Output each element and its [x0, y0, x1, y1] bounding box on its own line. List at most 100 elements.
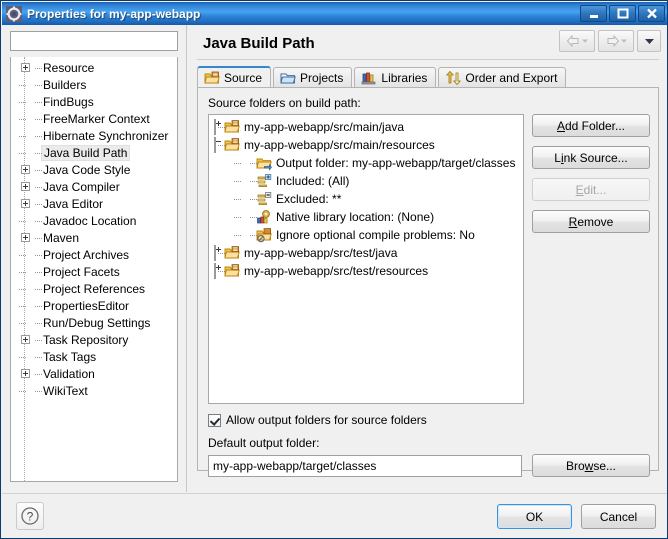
sidebar-item-java-compiler[interactable]: Java Compiler — [11, 178, 177, 195]
expand-icon[interactable] — [17, 230, 33, 246]
expand-icon[interactable] — [17, 366, 33, 382]
expand-icon[interactable] — [17, 196, 33, 212]
sidebar-item-label: Run/Debug Settings — [41, 315, 153, 331]
expand-icon[interactable] — [17, 179, 33, 195]
sidebar-item-validation[interactable]: Validation — [11, 365, 177, 382]
cancel-button[interactable]: Cancel — [581, 504, 656, 529]
tree-branch-line — [33, 111, 41, 127]
remove-button[interactable]: Remove — [532, 210, 650, 233]
sidebar-item-javadoc-location[interactable]: Javadoc Location — [11, 212, 177, 229]
tree-branch-line — [33, 349, 41, 365]
tree-branch-line — [33, 77, 41, 93]
add-folder-button[interactable]: Add Folder... — [532, 114, 650, 137]
included-filter-icon — [256, 173, 272, 189]
source-tree-row[interactable]: Excluded: ** — [209, 190, 523, 208]
link-source-button[interactable]: Link Source... — [532, 146, 650, 169]
source-tree-row[interactable]: my-app-webapp/src/test/resources — [209, 262, 523, 280]
source-tree-row[interactable]: my-app-webapp/src/test/java — [209, 244, 523, 262]
expand-icon[interactable] — [17, 60, 33, 76]
tree-branch-line — [17, 383, 33, 399]
sidebar-item-task-repository[interactable]: Task Repository — [11, 331, 177, 348]
expand-icon[interactable] — [17, 162, 33, 178]
sidebar-item-java-code-style[interactable]: Java Code Style — [11, 161, 177, 178]
sidebar-item-builders[interactable]: Builders — [11, 76, 177, 93]
sidebar-item-run-debug-settings[interactable]: Run/Debug Settings — [11, 314, 177, 331]
tree-branch-line — [33, 179, 41, 195]
tree-branch-line — [216, 245, 224, 261]
source-tree-row[interactable]: Included: (All) — [209, 172, 523, 190]
tree-branch-line — [33, 230, 41, 246]
tree-branch-line — [232, 209, 248, 225]
sidebar-item-maven[interactable]: Maven — [11, 229, 177, 246]
source-tree-row[interactable]: my-app-webapp/src/main/java — [209, 118, 523, 136]
tree-branch-line — [17, 281, 33, 297]
sidebar-item-task-tags[interactable]: Task Tags — [11, 348, 177, 365]
expand-icon[interactable] — [17, 332, 33, 348]
source-folder-icon — [224, 245, 240, 261]
ok-button[interactable]: OK — [497, 504, 572, 529]
sidebar-item-label: Project Facets — [41, 264, 123, 280]
browse-button[interactable]: Browse... — [532, 454, 650, 477]
tree-branch-line — [33, 162, 41, 178]
sidebar-item-wikitext[interactable]: WikiText — [11, 382, 177, 399]
sidebar-item-hibernate-synchronizer[interactable]: Hibernate Synchronizer — [11, 127, 177, 144]
tab-order-and-export[interactable]: Order and Export — [438, 67, 566, 88]
svg-text:?: ? — [27, 510, 34, 524]
default-output-folder-input[interactable] — [208, 455, 522, 477]
sidebar-item-label: Java Editor — [41, 196, 106, 212]
filter-input[interactable] — [10, 31, 178, 51]
source-tree-row[interactable]: Native library location: (None) — [209, 208, 523, 226]
source-tree-row[interactable]: my-app-webapp/src/main/resources — [209, 136, 523, 154]
minimize-button[interactable] — [580, 5, 607, 22]
sidebar-tree[interactable]: ResourceBuildersFindBugsFreeMarker Conte… — [10, 57, 178, 482]
window-title: Properties for my-app-webapp — [27, 7, 578, 21]
sidebar-item-project-references[interactable]: Project References — [11, 280, 177, 297]
tab-libraries[interactable]: Libraries — [354, 67, 436, 88]
sidebar-item-findbugs[interactable]: FindBugs — [11, 93, 177, 110]
sidebar-item-project-archives[interactable]: Project Archives — [11, 246, 177, 263]
tab-projects[interactable]: Projects — [273, 67, 352, 88]
sidebar-item-propertieseditor[interactable]: PropertiesEditor — [11, 297, 177, 314]
build-path-tabs: Source Projects — [197, 66, 659, 88]
allow-output-folders-row[interactable]: Allow output folders for source folders — [208, 413, 427, 427]
tree-branch-line — [17, 111, 33, 127]
tree-branch-line — [232, 191, 248, 207]
source-tree-row[interactable]: Output folder: my-app-webapp/target/clas… — [209, 154, 523, 172]
allow-output-folders-label: Allow output folders for source folders — [226, 413, 427, 427]
sidebar-tree-scroll: ResourceBuildersFindBugsFreeMarker Conte… — [11, 57, 177, 481]
footer-buttons: OK Cancel — [497, 504, 656, 529]
source-action-buttons: Add Folder... Link Source... Edit... Rem… — [532, 114, 650, 233]
close-button[interactable] — [638, 5, 665, 22]
sidebar-item-java-editor[interactable]: Java Editor — [11, 195, 177, 212]
tree-branch-line — [17, 349, 33, 365]
sidebar-item-label: FindBugs — [41, 94, 97, 110]
tree-branch-line — [17, 247, 33, 263]
sidebar-item-label: Project References — [41, 281, 148, 297]
sidebar-item-label: Java Compiler — [41, 179, 123, 195]
source-tree-label: my-app-webapp/src/test/resources — [244, 264, 428, 278]
output-folder-icon — [256, 155, 272, 171]
sidebar-item-label: Project Archives — [41, 247, 132, 263]
sidebar-item-label: Task Tags — [41, 349, 99, 365]
sidebar-item-resource[interactable]: Resource — [11, 59, 177, 76]
sidebar-item-freemarker-context[interactable]: FreeMarker Context — [11, 110, 177, 127]
maximize-button[interactable] — [609, 5, 636, 22]
source-folders-tree[interactable]: my-app-webapp/src/main/javamy-app-webapp… — [208, 114, 524, 404]
sidebar-item-java-build-path[interactable]: Java Build Path — [11, 144, 177, 161]
sidebar-item-project-facets[interactable]: Project Facets — [11, 263, 177, 280]
source-tree-row[interactable]: Ignore optional compile problems: No — [209, 226, 523, 244]
allow-output-folders-checkbox[interactable] — [208, 414, 221, 427]
back-button[interactable] — [559, 30, 595, 52]
tree-branch-line — [33, 94, 41, 110]
tree-branch-line — [216, 119, 224, 135]
source-folder-icon — [204, 70, 220, 86]
tree-branch-line — [17, 298, 33, 314]
source-folder-icon — [224, 119, 240, 135]
help-button[interactable]: ? — [16, 502, 44, 530]
tab-source[interactable]: Source — [197, 66, 271, 88]
view-menu-button[interactable] — [637, 30, 661, 52]
tree-branch-line — [17, 213, 33, 229]
sidebar-item-label: Javadoc Location — [41, 213, 139, 229]
dialog-content: ResourceBuildersFindBugsFreeMarker Conte… — [2, 25, 668, 515]
forward-button[interactable] — [598, 30, 634, 52]
